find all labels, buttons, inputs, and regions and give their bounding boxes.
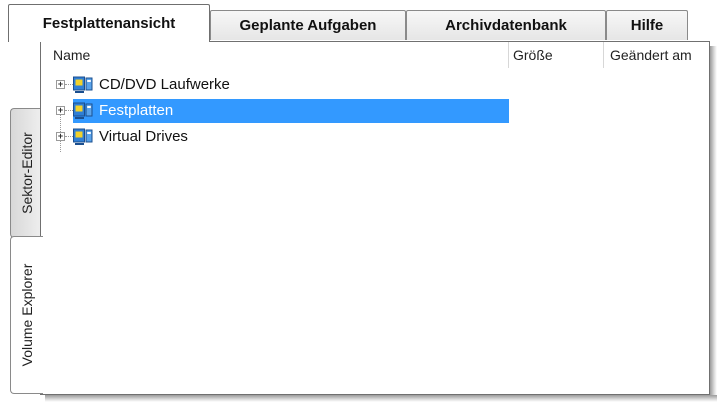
tab-label: Geplante Aufgaben: [239, 17, 377, 34]
top-tab-bar: Festplattenansicht Geplante Aufgaben Arc…: [8, 4, 708, 42]
tree-connector-line: [65, 84, 73, 85]
column-header: Name Größe Geändert am: [41, 42, 709, 68]
tree-item-label: Virtual Drives: [99, 128, 188, 145]
tree-item-cd-dvd-laufwerke[interactable]: + CD/DVD Laufwerke: [41, 72, 709, 98]
tab-festplattenansicht[interactable]: Festplattenansicht: [8, 4, 210, 42]
tree-item-virtual-drives[interactable]: + Virtual Drives: [41, 124, 709, 150]
drive-group-icon: [73, 102, 93, 119]
expand-icon[interactable]: +: [56, 80, 65, 89]
drive-group-icon: [73, 128, 93, 145]
app-window: Festplattenansicht Geplante Aufgaben Arc…: [0, 0, 723, 406]
tree-connector-line: [65, 136, 73, 137]
tab-label: Festplattenansicht: [42, 15, 176, 32]
tab-geplante-aufgaben[interactable]: Geplante Aufgaben: [210, 10, 406, 40]
tree-item-label: CD/DVD Laufwerke: [99, 76, 230, 93]
panel-shadow: [710, 46, 717, 400]
side-tab-label: Sektor-Editor: [18, 132, 35, 214]
column-size-header[interactable]: Größe: [508, 42, 603, 68]
tab-archivdatenbank[interactable]: Archivdatenbank: [406, 10, 606, 40]
side-tab-sektor-editor[interactable]: Sektor-Editor: [10, 108, 42, 238]
tab-label: Hilfe: [630, 17, 664, 34]
side-tab-volume-explorer[interactable]: Volume Explorer: [10, 236, 43, 394]
tree-item-label: Festplatten: [99, 102, 174, 119]
volume-explorer-panel: Name Größe Geändert am + CD/DVD Laufwerk…: [40, 41, 710, 395]
tab-hilfe[interactable]: Hilfe: [606, 10, 688, 40]
panel-shadow: [45, 395, 717, 402]
expand-icon[interactable]: +: [56, 106, 65, 115]
tab-label: Archivdatenbank: [445, 17, 567, 34]
column-name-header[interactable]: Name: [53, 42, 508, 68]
column-modified-header[interactable]: Geändert am: [603, 42, 709, 68]
expand-icon[interactable]: +: [56, 132, 65, 141]
drive-group-icon: [73, 76, 93, 93]
tree-item-festplatten[interactable]: + Festplatten: [41, 98, 709, 124]
side-tab-label: Volume Explorer: [19, 263, 35, 367]
tree-connector-line: [65, 110, 73, 111]
